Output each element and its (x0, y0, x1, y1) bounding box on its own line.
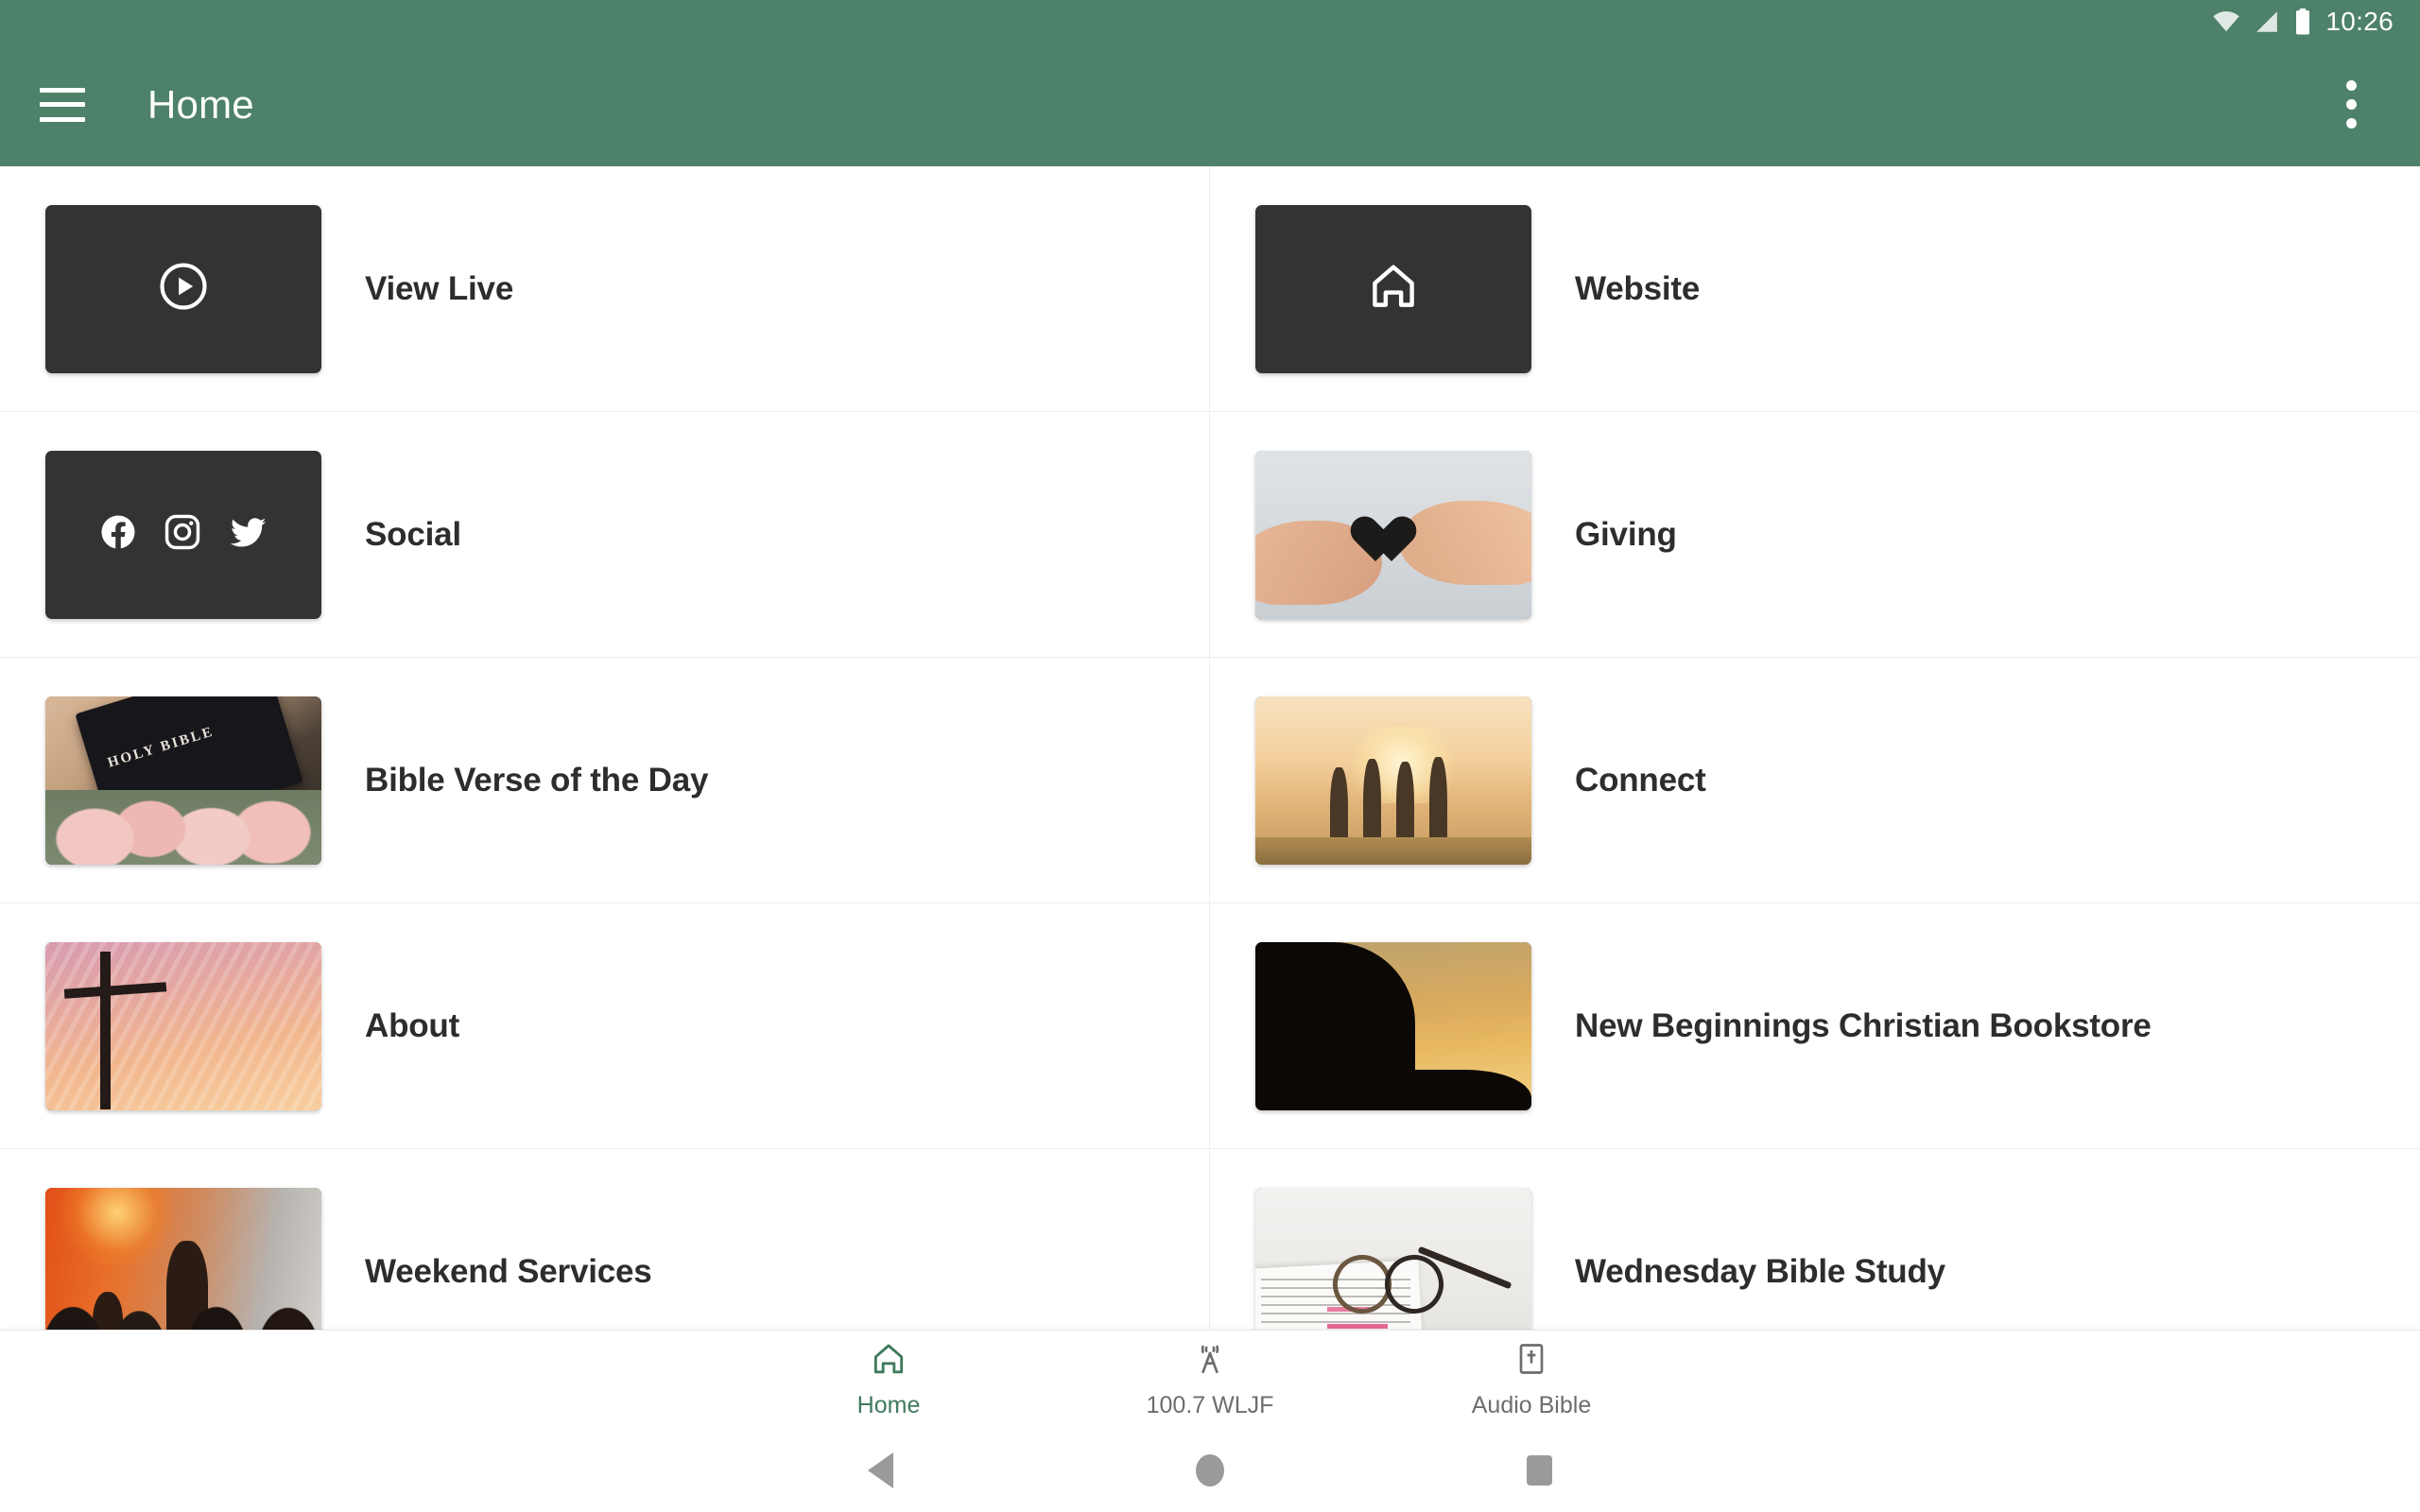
tile-label: Website (1575, 269, 1701, 307)
tile-thumbnail (1255, 696, 1531, 865)
tile-thumbnail (45, 204, 321, 373)
instagram-icon[interactable] (163, 512, 202, 557)
friends-sunset-photo (1255, 696, 1531, 865)
android-system-nav (0, 1429, 2420, 1512)
tile-thumbnail (1255, 204, 1531, 373)
tile-connect[interactable]: Connect (1210, 658, 2420, 903)
tile-website[interactable]: Website (1210, 166, 2420, 412)
reading-silhouette-photo (1255, 941, 1531, 1110)
tile-grid: View Live Website Social Giving HOLY BIB… (0, 166, 2420, 1395)
hamburger-menu-icon[interactable] (36, 84, 89, 126)
home-content: View Live Website Social Giving HOLY BIB… (0, 166, 2420, 1429)
nav-item-audio-bible[interactable]: Audio Bible (1371, 1340, 1692, 1419)
battery-icon (2293, 8, 2312, 35)
tile-about[interactable]: About (0, 903, 1210, 1149)
app-root: 10:26 Home View Live Website Social Givi… (0, 0, 2420, 1512)
status-bar: 10:26 (0, 0, 2420, 43)
tile-label: Giving (1575, 515, 1677, 553)
tile-label: New Beginnings Christian Bookstore (1575, 1006, 2152, 1044)
facebook-icon[interactable] (98, 512, 138, 557)
home-outline-icon (1367, 260, 1420, 318)
hands-heart-photo (1255, 450, 1531, 619)
tile-label: Wednesday Bible Study (1575, 1252, 1945, 1290)
nav-label: 100.7 WLJF (1146, 1392, 1274, 1418)
radio-tower-icon (1191, 1340, 1229, 1383)
tile-bible-verse-of-the-day[interactable]: HOLY BIBLE Bible Verse of the Day (0, 658, 1210, 903)
tile-thumbnail (45, 450, 321, 619)
recents-square-icon[interactable] (1527, 1455, 1552, 1486)
app-bar: Home (0, 43, 2420, 166)
twitter-icon[interactable] (227, 511, 268, 558)
tile-view-live[interactable]: View Live (0, 166, 1210, 412)
tile-giving[interactable]: Giving (1210, 412, 2420, 658)
nav-item-home[interactable]: Home (728, 1340, 1049, 1419)
play-circle-icon (156, 259, 211, 318)
cellular-signal-icon (2254, 10, 2280, 33)
page-title: Home (147, 81, 254, 127)
back-triangle-icon[interactable] (868, 1452, 893, 1488)
nav-label: Audio Bible (1471, 1392, 1592, 1418)
home-circle-icon[interactable] (1196, 1454, 1224, 1486)
cross-sunset-photo (45, 941, 321, 1110)
nav-item-radio[interactable]: 100.7 WLJF (1049, 1340, 1371, 1419)
tile-thumbnail (45, 941, 321, 1110)
tile-label: Bible Verse of the Day (365, 761, 709, 799)
tile-label: About (365, 1006, 460, 1044)
tile-thumbnail (1255, 941, 1531, 1110)
social-icon-row (98, 511, 268, 558)
bottom-navigation: Home 100.7 WLJF Audio Bible (0, 1330, 2420, 1429)
tile-thumbnail (1255, 450, 1531, 619)
tile-label: Weekend Services (365, 1252, 652, 1290)
tile-label: Connect (1575, 761, 1706, 799)
holy-bible-tulips-photo: HOLY BIBLE (45, 696, 321, 865)
nav-label: Home (856, 1392, 921, 1418)
home-icon (870, 1340, 908, 1383)
tile-social[interactable]: Social (0, 412, 1210, 658)
tile-thumbnail: HOLY BIBLE (45, 696, 321, 865)
tile-new-beginnings-christian-bookstore[interactable]: New Beginnings Christian Bookstore (1210, 903, 2420, 1149)
bible-book-icon (1512, 1340, 1550, 1383)
more-vertical-icon[interactable] (2318, 72, 2384, 138)
wifi-icon (2212, 10, 2240, 33)
tile-label: View Live (365, 269, 514, 307)
status-time: 10:26 (2325, 6, 2394, 36)
tile-label: Social (365, 515, 461, 553)
